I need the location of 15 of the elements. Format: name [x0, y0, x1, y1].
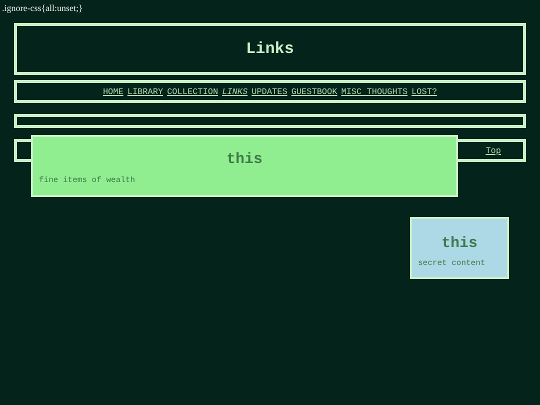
nav-link[interactable]: COLLECTION — [167, 86, 218, 96]
nav-link[interactable]: MISC THOUGHTS — [341, 86, 408, 96]
top-link[interactable]: Top — [486, 146, 501, 156]
nav-link[interactable]: HOME — [102, 86, 124, 96]
nav-link[interactable]: UPDATES — [252, 86, 288, 96]
nav-link[interactable]: GUESTBOOK — [291, 86, 338, 96]
code-note: .ignore-css{all:unset;} — [1, 2, 84, 15]
nav-link[interactable]: LINKS — [222, 86, 248, 96]
nav-link[interactable]: LOST? — [412, 86, 438, 96]
popup-title: this — [226, 151, 262, 168]
popup-text: secret content — [418, 259, 486, 268]
page-title: Links — [246, 40, 294, 58]
popup-text: fine items of wealth — [39, 176, 136, 185]
nav-link[interactable]: LIBRARY — [127, 86, 164, 96]
popup-title: this — [441, 235, 478, 252]
